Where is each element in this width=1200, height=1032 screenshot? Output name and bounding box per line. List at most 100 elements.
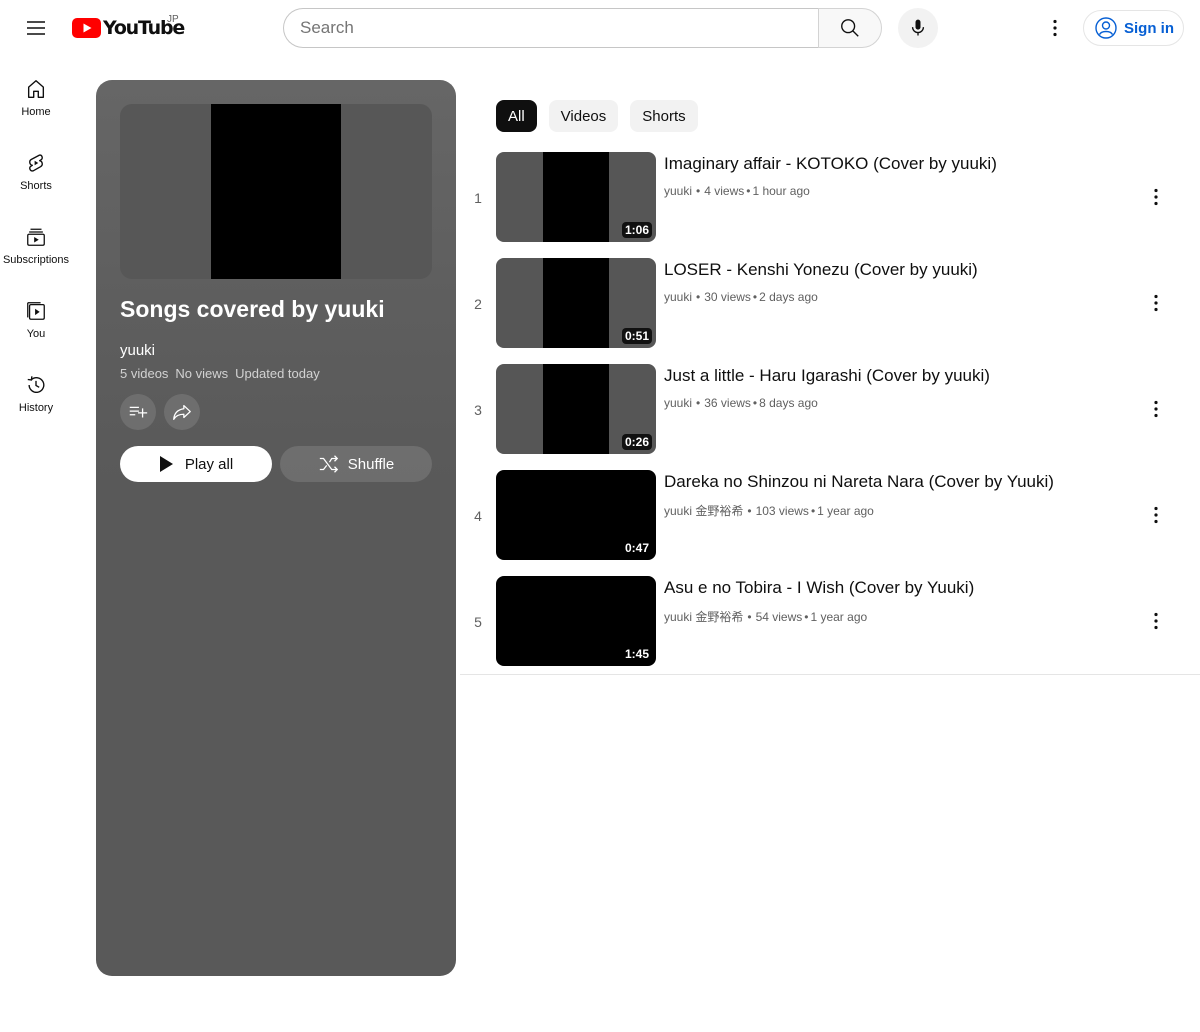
play-icon <box>159 456 173 472</box>
search-box[interactable] <box>283 8 819 48</box>
separator-dot: • <box>752 290 758 304</box>
video-index: 5 <box>474 614 482 630</box>
chip-videos[interactable]: Videos <box>548 100 619 132</box>
video-duration: 0:26 <box>621 434 652 450</box>
shuffle-icon <box>319 455 338 473</box>
video-thumbnail[interactable]: 0:51 <box>496 258 656 348</box>
channel-name[interactable]: yuuki 金野裕希 <box>664 502 743 519</box>
sidebar-item-label: Subscriptions <box>2 254 70 266</box>
sidebar-item-you[interactable]: You <box>0 278 72 352</box>
video-index: 2 <box>474 296 482 312</box>
playlist-thumbnail[interactable] <box>120 104 432 279</box>
more-vertical-icon <box>1154 294 1158 312</box>
video-title[interactable]: Asu e no Tobira - I Wish (Cover by Yuuki… <box>664 578 974 598</box>
playlist-video-row[interactable]: 1 1:06 Imaginary affair - KOTOKO (Cover … <box>460 146 1200 252</box>
separator-dot: • <box>696 290 701 304</box>
playlist-video-row[interactable]: 5 1:45 Asu e no Tobira - I Wish (Cover b… <box>460 570 1200 676</box>
playlist-video-row[interactable]: 4 0:47 Dareka no Shinzou ni Nareta Nara … <box>460 464 1200 570</box>
view-count: 4 views <box>704 184 745 198</box>
more-vertical-icon <box>1154 400 1158 418</box>
shuffle-button[interactable]: Shuffle <box>280 446 432 482</box>
channel-name[interactable]: yuuki <box>664 290 692 304</box>
view-count: 103 views <box>755 503 809 518</box>
hamburger-icon <box>27 21 45 35</box>
video-duration: 1:45 <box>621 646 652 662</box>
updated-date: Updated today <box>235 366 320 381</box>
guide-menu-button[interactable] <box>16 8 56 48</box>
sign-in-button[interactable]: Sign in <box>1083 10 1184 46</box>
playlist-title: Songs covered by yuuki <box>120 296 385 322</box>
subscriptions-icon <box>27 228 45 246</box>
home-icon <box>27 80 45 98</box>
video-duration: 1:06 <box>621 222 652 238</box>
chip-all[interactable]: All <box>496 100 537 132</box>
video-action-menu-button[interactable] <box>1136 495 1176 535</box>
search-input[interactable] <box>300 18 803 38</box>
video-duration: 0:47 <box>621 540 652 556</box>
channel-name[interactable]: yuuki <box>664 396 692 410</box>
thumbnail-image <box>211 104 341 279</box>
playlist-header-panel: Songs covered by yuuki yuuki 5 videos No… <box>96 80 456 976</box>
video-metadata: yuuki 金野裕希 • 54 views • 1 year ago <box>664 608 867 625</box>
sidebar-item-shorts[interactable]: Shorts <box>0 130 72 204</box>
video-metadata: yuuki • 36 views • 8 days ago <box>664 396 818 410</box>
separator-dot: • <box>752 396 758 410</box>
channel-name[interactable]: yuuki 金野裕希 <box>664 608 743 625</box>
playlist-owner[interactable]: yuuki <box>120 342 155 359</box>
save-to-playlist-button[interactable] <box>120 394 156 430</box>
video-thumbnail[interactable]: 0:47 <box>496 470 656 560</box>
video-title[interactable]: Just a little - Haru Igarashi (Cover by … <box>664 366 990 386</box>
view-count: No views <box>175 366 229 381</box>
separator-dot: • <box>804 609 809 624</box>
voice-search-button[interactable] <box>898 8 938 48</box>
video-action-menu-button[interactable] <box>1136 283 1176 323</box>
list-divider <box>460 674 1200 675</box>
more-vertical-icon <box>1154 188 1158 206</box>
mini-guide: Home Shorts Subscriptions You History <box>0 56 72 426</box>
sidebar-item-home[interactable]: Home <box>0 56 72 130</box>
video-title[interactable]: Imaginary affair - KOTOKO (Cover by yuuk… <box>664 154 997 174</box>
playlist-add-icon <box>129 406 148 418</box>
separator-dot: • <box>747 609 752 624</box>
video-title[interactable]: Dareka no Shinzou ni Nareta Nara (Cover … <box>664 472 1054 492</box>
sidebar-item-label: History <box>18 402 54 414</box>
thumbnail-image <box>543 364 609 454</box>
video-action-menu-button[interactable] <box>1136 389 1176 429</box>
sidebar-item-label: Home <box>21 106 51 118</box>
video-thumbnail[interactable]: 0:26 <box>496 364 656 454</box>
thumbnail-image <box>543 258 609 348</box>
more-vertical-icon <box>1053 19 1057 37</box>
video-thumbnail[interactable]: 1:06 <box>496 152 656 242</box>
chip-shorts[interactable]: Shorts <box>630 100 698 132</box>
playlist-video-row[interactable]: 3 0:26 Just a little - Haru Igarashi (Co… <box>460 358 1200 464</box>
play-all-button[interactable]: Play all <box>120 446 272 482</box>
upload-age: 1 year ago <box>810 609 868 624</box>
settings-more-button[interactable] <box>1035 8 1075 48</box>
more-vertical-icon <box>1154 506 1158 524</box>
search-button[interactable] <box>818 8 882 48</box>
video-metadata: yuuki • 4 views • 1 hour ago <box>664 184 810 198</box>
sign-in-label: Sign in <box>1124 19 1174 37</box>
playlist-stats: 5 videos No views Updated today <box>120 366 320 381</box>
shorts-icon <box>29 154 43 172</box>
video-title[interactable]: LOSER - Kenshi Yonezu (Cover by yuuki) <box>664 260 978 280</box>
upload-age: 1 hour ago <box>752 184 810 198</box>
sidebar-item-subscriptions[interactable]: Subscriptions <box>0 204 72 278</box>
channel-name[interactable]: yuuki <box>664 184 692 198</box>
video-index: 1 <box>474 190 482 206</box>
video-action-menu-button[interactable] <box>1136 601 1176 641</box>
video-count: 5 videos <box>120 366 169 381</box>
share-button[interactable] <box>164 394 200 430</box>
play-all-label: Play all <box>184 455 234 473</box>
separator-dot: • <box>810 503 816 518</box>
thumbnail-image <box>543 152 609 242</box>
sidebar-item-history[interactable]: History <box>0 352 72 426</box>
playlist-video-row[interactable]: 2 0:51 LOSER - Kenshi Yonezu (Cover by y… <box>460 252 1200 358</box>
playlist-video-list: 1 1:06 Imaginary affair - KOTOKO (Cover … <box>460 146 1200 676</box>
upload-age: 2 days ago <box>759 290 818 304</box>
video-thumbnail[interactable]: 1:45 <box>496 576 656 666</box>
view-count: 36 views <box>704 396 751 410</box>
video-action-menu-button[interactable] <box>1136 177 1176 217</box>
search-icon <box>841 19 859 37</box>
account-circle-icon <box>1095 17 1117 39</box>
